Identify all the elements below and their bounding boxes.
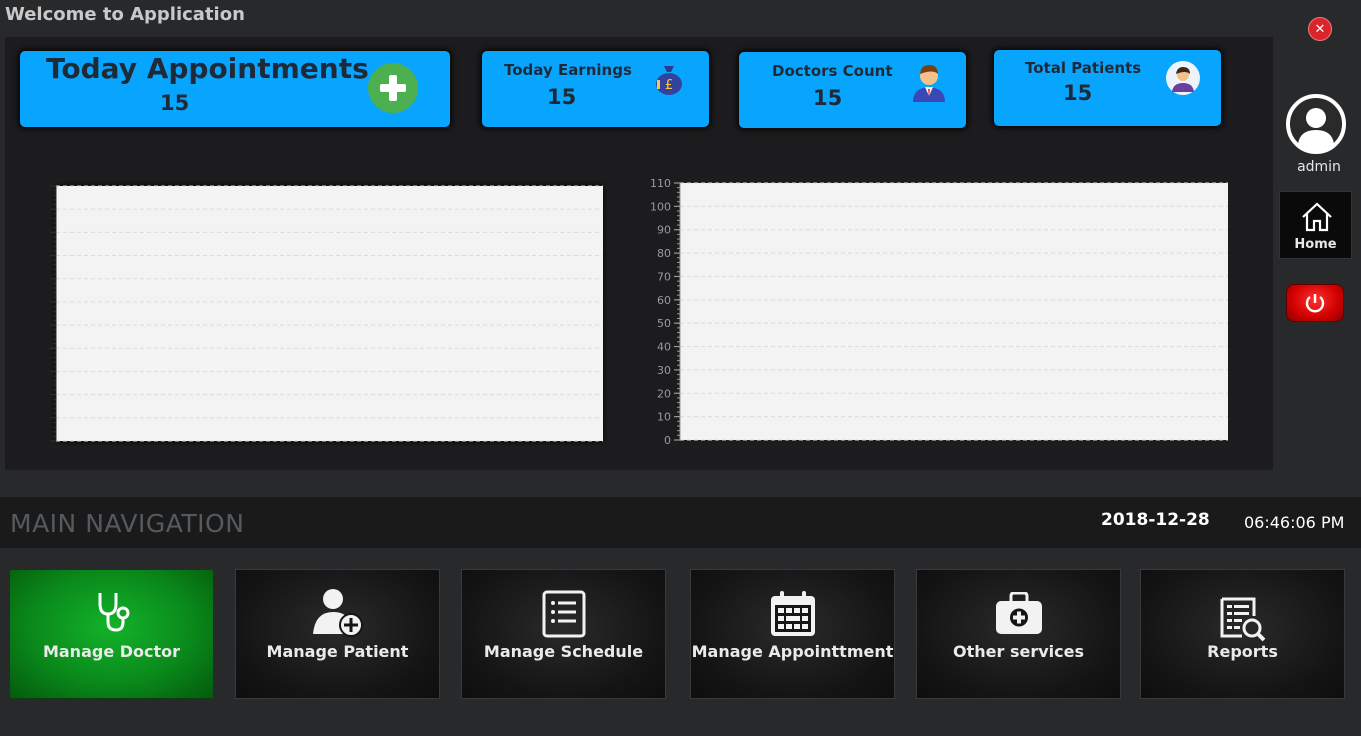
today-earnings-card: Today Earnings 15 £ — [482, 51, 709, 127]
manage-schedule-button[interactable]: Manage Schedule — [461, 569, 666, 699]
y-tick-label: 30 — [657, 364, 671, 377]
current-time: 06:46:06 PM — [1244, 513, 1345, 532]
close-button[interactable]: ✕ — [1308, 17, 1332, 41]
calendar-icon — [770, 591, 815, 636]
reports-button[interactable]: Reports — [1140, 569, 1345, 699]
first-aid-kit-icon — [995, 592, 1042, 634]
doctors-count-card: Doctors Count 15 — [739, 52, 966, 128]
y-tick-label: 70 — [657, 270, 671, 283]
current-date: 2018-12-28 — [1101, 510, 1210, 530]
nav-title: MAIN NAVIGATION — [10, 509, 245, 538]
add-icon[interactable] — [368, 63, 418, 117]
manage-appointment-button[interactable]: Manage Appointtment — [690, 569, 895, 699]
patient-avatar-icon — [1166, 61, 1200, 99]
close-icon: ✕ — [1314, 21, 1326, 37]
card-label: Doctors Count — [772, 62, 893, 80]
card-label: Total Patients — [1025, 59, 1142, 77]
y-tick-label: 90 — [657, 224, 671, 237]
add-user-icon — [312, 589, 363, 637]
card-value: 15 — [547, 85, 577, 109]
y-tick-label: 0 — [664, 434, 671, 447]
svg-text:£: £ — [665, 78, 673, 93]
card-value: 15 — [813, 86, 843, 110]
card-value: 15 — [1063, 81, 1093, 105]
card-value: 15 — [160, 91, 190, 115]
tile-label: Manage Doctor — [42, 642, 181, 661]
tile-label: Manage Appointtment — [691, 642, 894, 661]
list-icon — [542, 590, 585, 638]
tile-label: Reports — [1207, 642, 1278, 661]
tile-label: Manage Patient — [266, 642, 409, 661]
home-icon — [1302, 202, 1332, 232]
y-tick-label: 100 — [650, 200, 671, 213]
y-tick-label: 20 — [657, 387, 671, 400]
y-tick-label: 10 — [657, 411, 671, 424]
other-services-button[interactable]: Other services — [916, 569, 1121, 699]
main-navigation-bar: MAIN NAVIGATION 2018-12-28 06:46:06 PM — [0, 497, 1361, 548]
power-icon — [1305, 294, 1325, 313]
window-title: Welcome to Application — [5, 4, 245, 25]
y-tick-label: 80 — [657, 247, 671, 260]
home-button[interactable]: Home — [1279, 191, 1352, 259]
y-tick-label: 60 — [657, 294, 671, 307]
total-patients-card: Total Patients 15 — [994, 50, 1221, 126]
admin-avatar[interactable] — [1286, 94, 1346, 154]
home-label: Home — [1294, 237, 1337, 252]
stethoscope-icon — [98, 593, 129, 632]
manage-patient-button[interactable]: Manage Patient — [235, 569, 440, 699]
card-label: Today Earnings — [504, 61, 632, 79]
y-tick-label: 110 — [650, 177, 671, 190]
right-chart: 0 10 20 30 40 50 60 70 80 90 100 110 — [650, 177, 1228, 447]
money-bag-icon: £ — [652, 62, 686, 100]
today-appointments-card: Today Appointments 15 — [20, 51, 450, 127]
tile-label: Manage Schedule — [483, 642, 644, 661]
left-chart — [50, 185, 603, 442]
report-search-icon — [1220, 597, 1265, 642]
y-tick-label: 40 — [657, 341, 671, 354]
y-tick-label: 50 — [657, 317, 671, 330]
plot-area — [56, 186, 603, 441]
plot-area — [680, 183, 1228, 440]
tile-label: Other services — [953, 642, 1084, 661]
doctor-avatar-icon — [911, 60, 947, 106]
logout-button[interactable] — [1286, 284, 1344, 322]
user-name: admin — [1297, 159, 1341, 175]
card-label: Today Appointments — [46, 52, 369, 85]
manage-doctor-button[interactable]: Manage Doctor — [9, 569, 214, 699]
